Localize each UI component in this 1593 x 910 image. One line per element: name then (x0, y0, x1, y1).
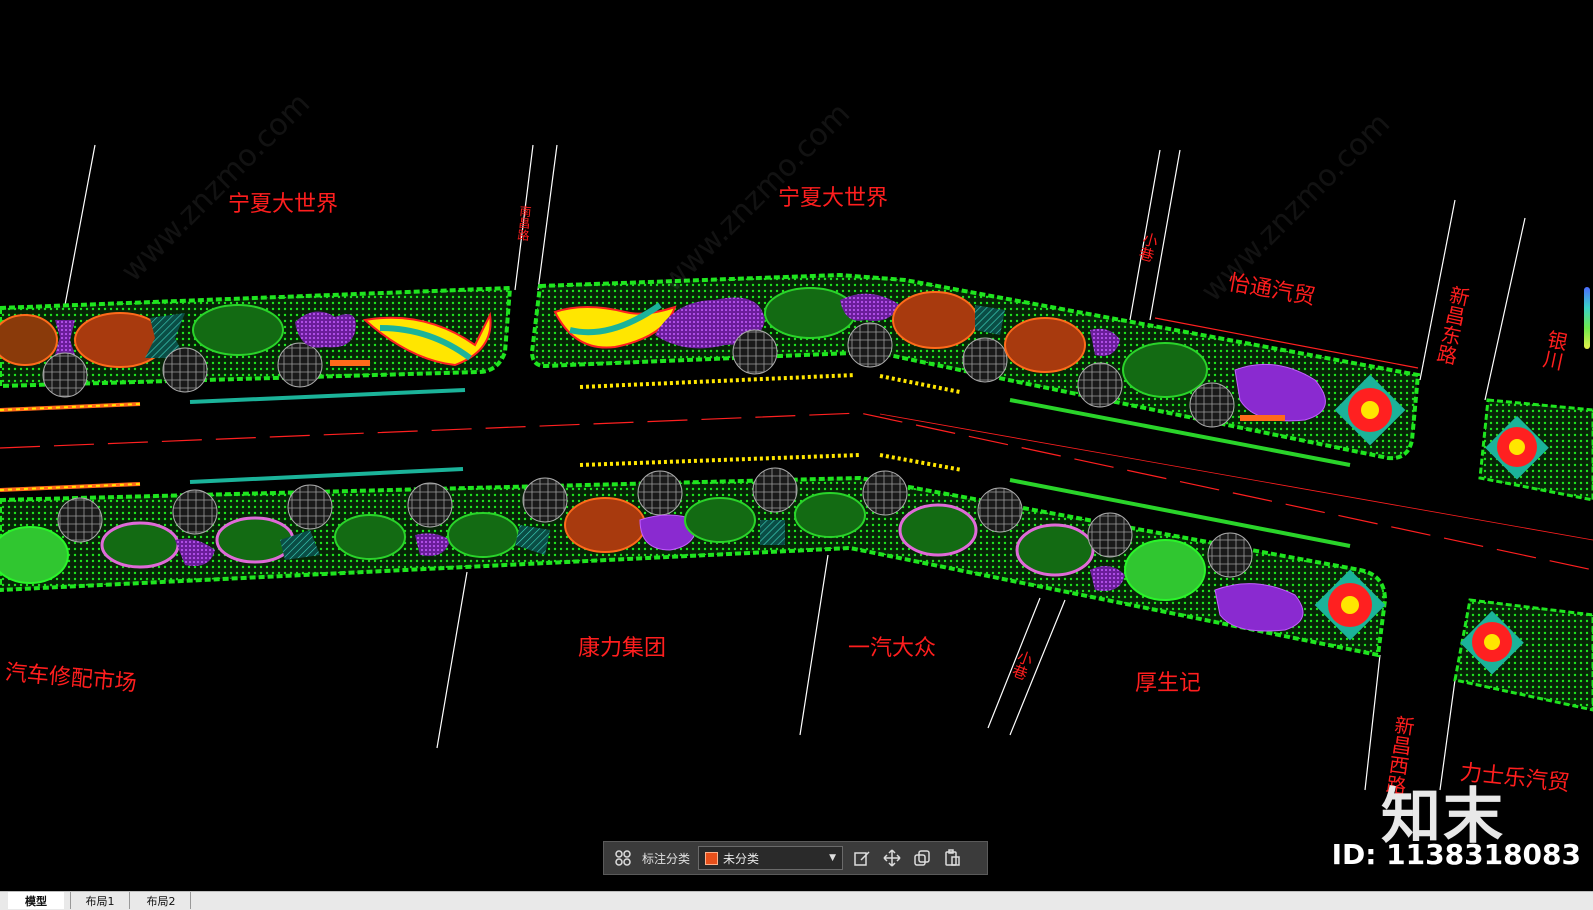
copy-icon[interactable] (911, 847, 933, 869)
move-icon[interactable] (881, 847, 903, 869)
annotation-category-label: 标注分类 (642, 851, 691, 866)
id-text: ID: 1138318083 (1331, 838, 1581, 871)
category-color-swatch (705, 851, 719, 865)
color-ramp (1584, 287, 1590, 349)
tab-layout1[interactable]: 布局1 (70, 892, 130, 909)
annotation-category-select[interactable]: 未分类 ▼ (698, 846, 844, 870)
label-faw-vw: 一汽大众 (848, 636, 937, 661)
category-select-value: 未分类 (723, 851, 760, 866)
edit-icon[interactable] (851, 847, 873, 869)
label-houshengji: 厚生记 (1135, 671, 1202, 696)
label-ningxia-world-1: 宁夏大世界 (228, 192, 339, 217)
label-kangli-group: 康力集团 (578, 636, 667, 661)
annotation-toolbar: 标注分类 未分类 ▼ (603, 841, 988, 875)
paste-icon[interactable] (941, 847, 963, 869)
chevron-down-icon: ▼ (829, 853, 837, 863)
tab-layout2[interactable]: 布局2 (132, 892, 191, 909)
street-lines (64, 144, 1526, 791)
grid-icon[interactable] (612, 847, 634, 869)
label-road-left: 南昌路 (515, 204, 533, 242)
layout-tab-bar: 模型 布局1 布局2 (0, 891, 1593, 910)
label-ningxia-world-2: 宁夏大世界 (778, 186, 889, 211)
tab-model[interactable]: 模型 (8, 892, 64, 909)
